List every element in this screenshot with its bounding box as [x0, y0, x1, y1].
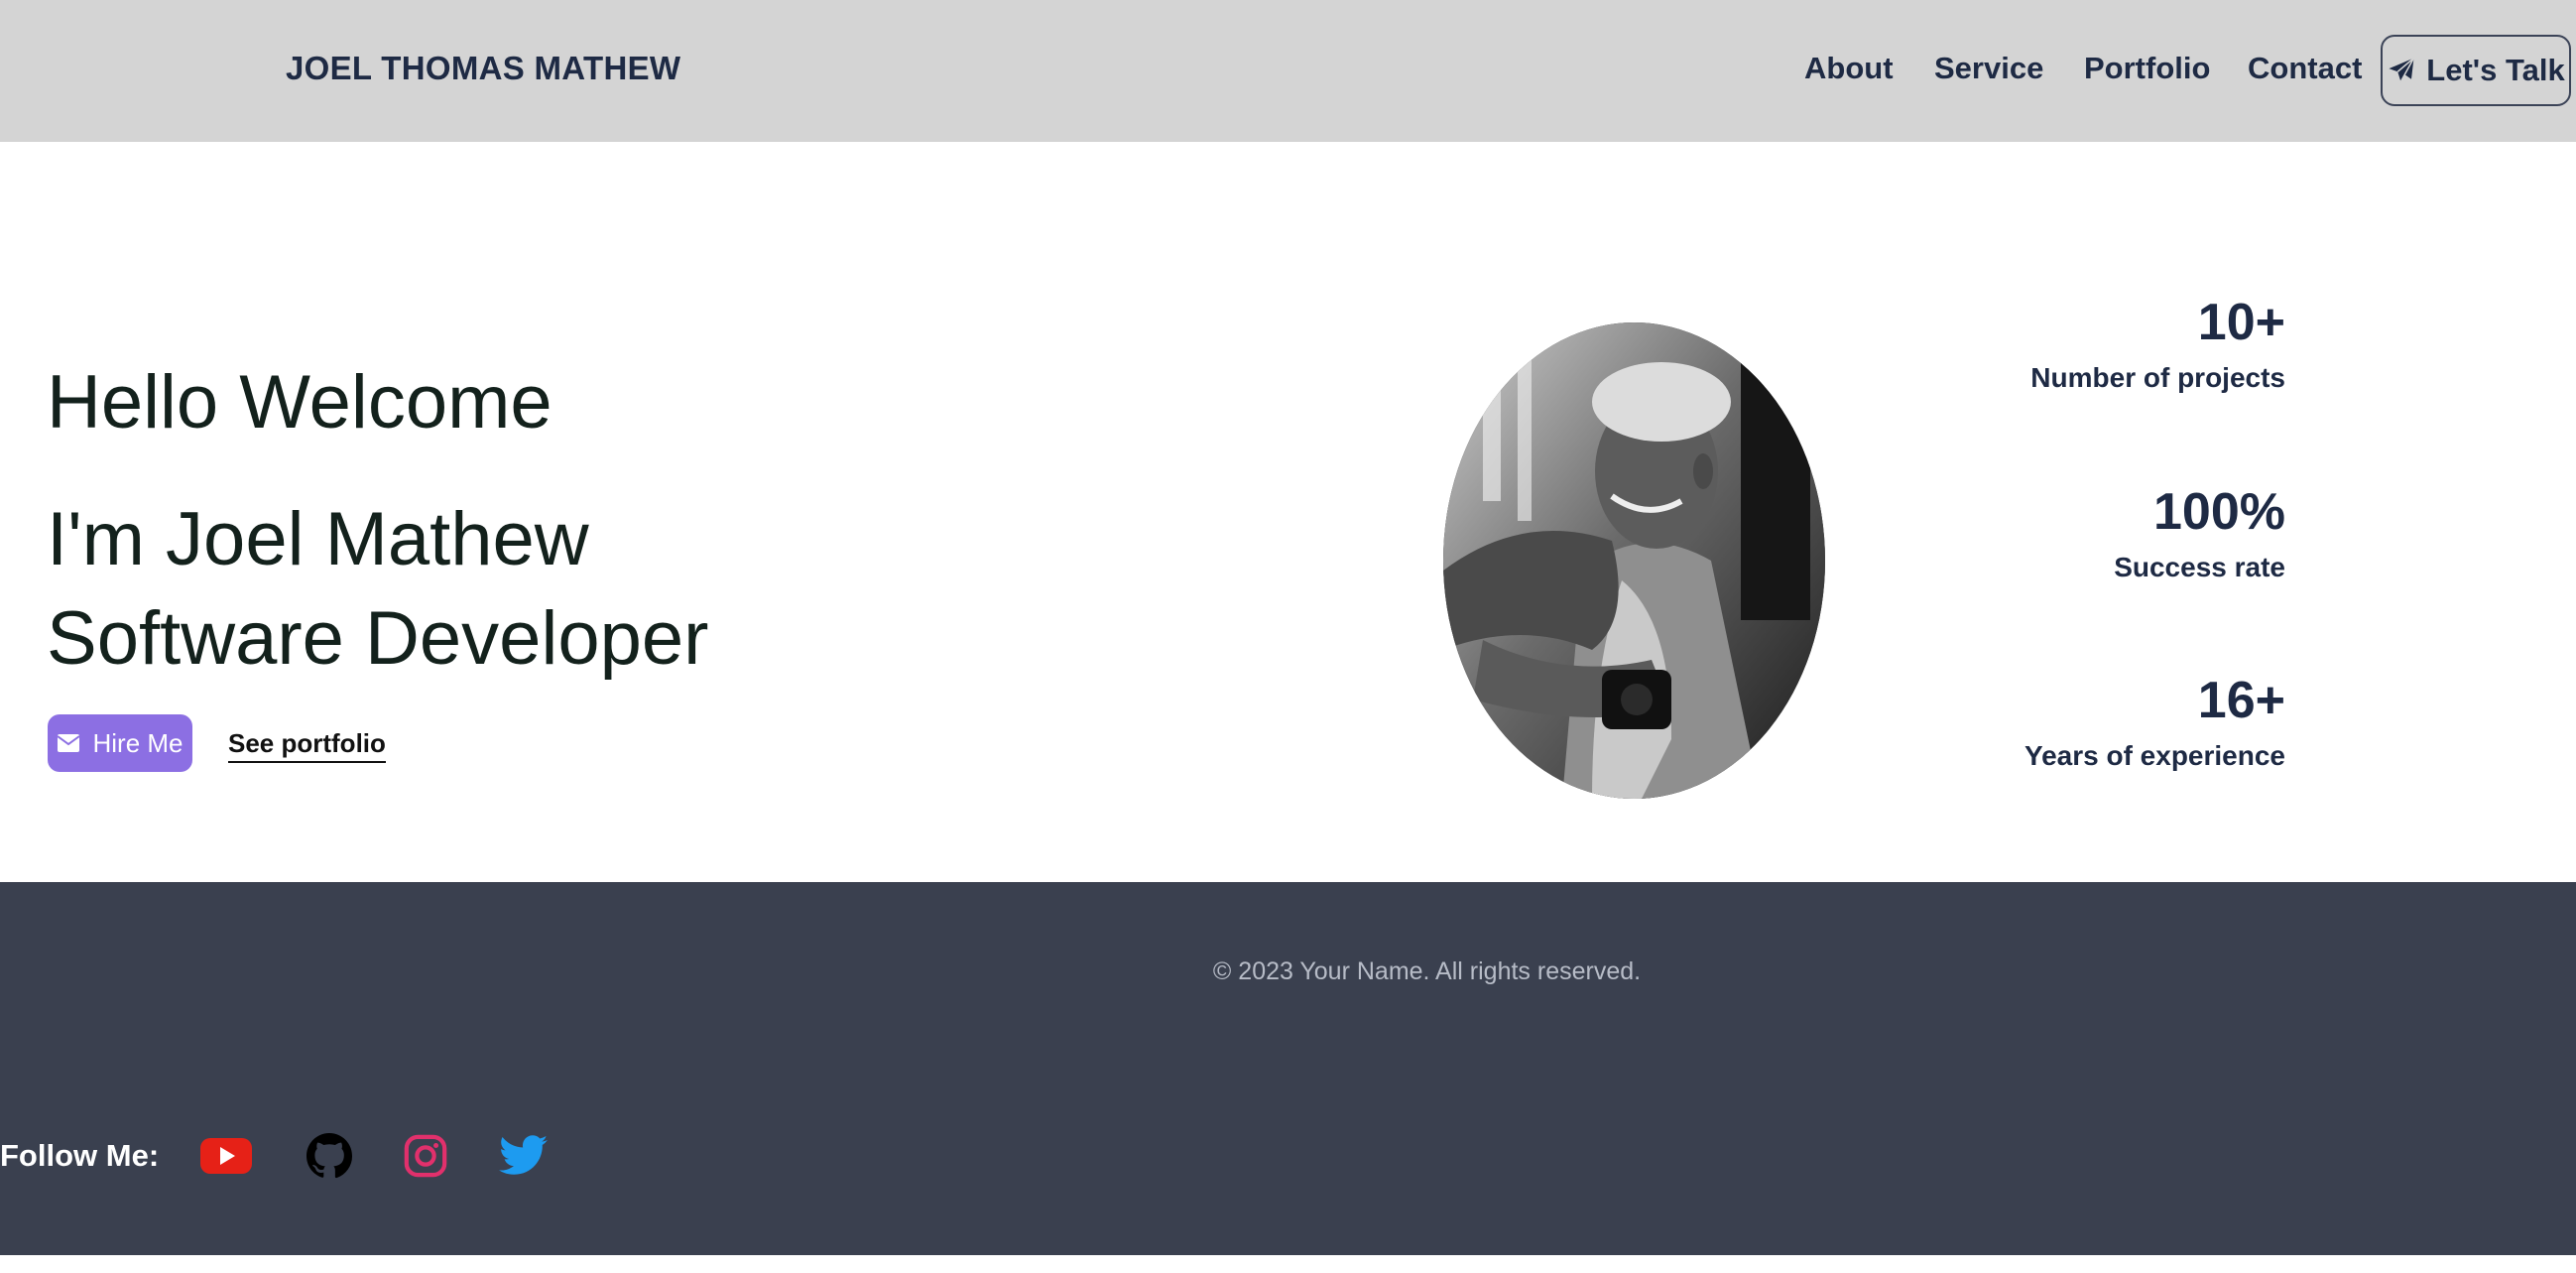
hero-greeting: Hello Welcome	[47, 360, 552, 445]
hire-me-button[interactable]: Hire Me	[48, 714, 192, 772]
profile-photo	[1443, 322, 1825, 799]
hero-role: Software Developer	[47, 596, 709, 681]
instagram-icon[interactable]	[398, 1131, 453, 1181]
nav-link-contact[interactable]: Contact	[2248, 51, 2362, 86]
stat-projects-value: 10+	[2197, 294, 2285, 351]
stat-experience-label: Years of experience	[2024, 740, 2285, 771]
stat-success-label: Success rate	[2114, 552, 2285, 582]
youtube-icon[interactable]	[198, 1131, 254, 1181]
nav-link-portfolio[interactable]: Portfolio	[2084, 51, 2210, 86]
stat-experience-value: 16+	[2197, 672, 2285, 729]
site-footer	[0, 882, 2576, 1255]
copyright-text: © 2023 Your Name. All rights reserved.	[1212, 957, 1642, 985]
github-icon[interactable]	[302, 1131, 357, 1181]
lets-talk-label: Let's Talk	[2426, 53, 2565, 87]
follow-me-label: Follow Me:	[0, 1138, 160, 1173]
envelope-icon	[57, 734, 81, 752]
twitter-icon[interactable]	[496, 1131, 552, 1181]
hire-me-label: Hire Me	[92, 727, 184, 758]
brand-name[interactable]: JOEL THOMAS MATHEW	[286, 50, 680, 87]
page-bottom-strip	[0, 1255, 2576, 1273]
stat-projects-label: Number of projects	[2030, 362, 2285, 393]
stat-success-value: 100%	[2153, 483, 2285, 541]
lets-talk-button[interactable]: Let's Talk	[2381, 35, 2571, 106]
paper-plane-icon	[2389, 57, 2415, 82]
hero-intro: I'm Joel Mathew	[47, 497, 589, 581]
site-header: JOEL THOMAS MATHEW About Service Portfol…	[0, 0, 2576, 142]
nav-link-about[interactable]: About	[1804, 51, 1894, 86]
nav-link-service[interactable]: Service	[1934, 51, 2043, 86]
see-portfolio-link[interactable]: See portfolio	[228, 728, 386, 763]
